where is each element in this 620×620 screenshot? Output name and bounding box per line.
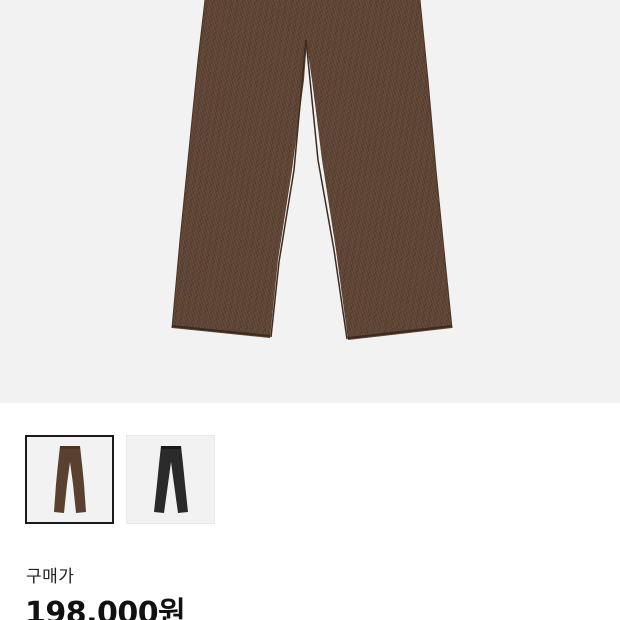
brown-pants-thumbnail-icon <box>53 445 86 513</box>
product-main-image[interactable] <box>0 0 620 403</box>
price-value: 198,000원 <box>25 596 186 620</box>
product-detail-page: 구매가 198,000원 <box>0 0 620 620</box>
brown-pants-image <box>171 0 453 340</box>
thumbnail-list <box>25 435 215 524</box>
black-pants-thumbnail-icon <box>153 445 188 513</box>
thumbnail-brown-pants[interactable] <box>25 435 114 524</box>
price-label: 구매가 <box>26 567 75 587</box>
thumbnail-black-pants[interactable] <box>126 435 215 524</box>
